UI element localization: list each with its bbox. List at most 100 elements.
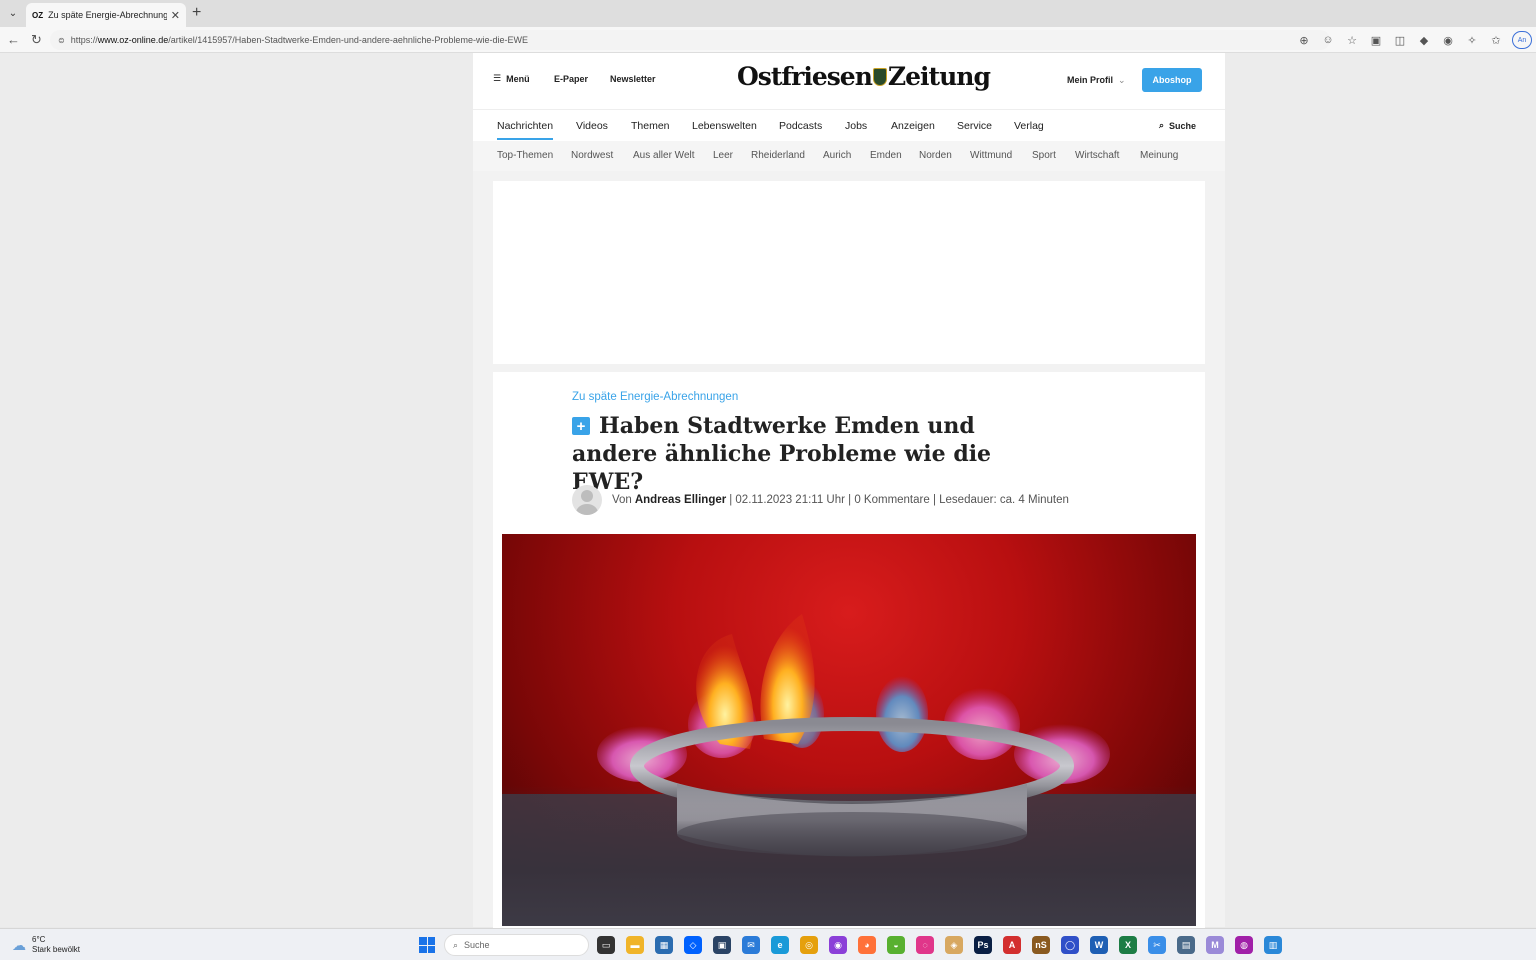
article-kicker[interactable]: Zu späte Energie-Abrechnungen [572,391,738,403]
app-pink-icon[interactable]: ◌ [916,936,934,954]
app-ns-icon[interactable]: nS [1032,936,1050,954]
tab-list-chevron-icon[interactable]: ⌄ [4,4,22,22]
weather-widget[interactable]: ☁ 6°C Stark bewölkt [12,935,80,955]
website: ☰ Menü E-Paper Newsletter Ostfriesen Zei… [473,53,1225,932]
app-green-icon[interactable]: ◒ [887,936,905,954]
extension-color-icon[interactable]: ◆ [1416,34,1432,47]
zoom-icon[interactable]: ⊕ [1296,34,1312,47]
profile-menu[interactable]: Mein Profil ⌄ [1067,75,1126,86]
cloud-icon: ☁ [12,936,26,953]
subnav-item[interactable]: Meinung [1140,150,1178,161]
profile-label: Mein Profil [1067,75,1114,85]
sub-navigation: Top-Themen Nordwest Aus aller Welt Leer … [473,141,1225,171]
app-purple-icon[interactable]: ◉ [829,936,847,954]
reader-icon[interactable]: ☺ [1320,34,1336,46]
search-button[interactable]: ⌕ Suche [1159,120,1196,131]
app-blue-circle-icon[interactable]: ◯ [1061,936,1079,954]
taskbar-search-label: Suche [464,940,490,950]
close-tab-icon[interactable]: ✕ [171,9,180,22]
chrome-icon[interactable]: ◎ [800,936,818,954]
site-info-icon[interactable]: ⊜ [58,36,65,45]
address-bar[interactable]: ⊜ https:// www.oz-online.de /artikel/141… [50,30,1330,50]
screenshot-icon[interactable]: ◫ [1392,34,1408,47]
subnav-item[interactable]: Emden [870,150,902,161]
ad-placeholder [493,181,1205,364]
nav-podcasts[interactable]: Podcasts [779,120,822,132]
app-m-icon[interactable]: M [1206,936,1224,954]
menu-button[interactable]: ☰ Menü [493,73,530,84]
profile-button[interactable]: An [1512,31,1532,49]
taskbar-apps: ▭ ▬ ▦ ◇ ▣ ✉ e ◎ ◉ ◕ ◒ ◌ ◈ Ps A nS ◯ W X … [597,936,1282,954]
url-prefix: https:// [70,35,98,45]
nav-lebenswelten[interactable]: Lebenswelten [692,120,757,132]
article-byline: Von Andreas Ellinger | 02.11.2023 21:11 … [572,485,1069,515]
snipping-icon[interactable]: ✂ [1148,936,1166,954]
site-logo[interactable]: Ostfriesen Zeitung [737,62,991,91]
nav-nachrichten[interactable]: Nachrichten [497,120,554,140]
nav-themen[interactable]: Themen [631,120,670,132]
edge-icon[interactable]: e [771,936,789,954]
logo-text-left: Ostfriesen [737,62,873,91]
nav-anzeigen[interactable]: Anzeigen [891,120,935,132]
firefox-icon[interactable]: ◕ [858,936,876,954]
extension-icon[interactable]: ▣ [1368,34,1384,47]
photoshop-icon[interactable]: Ps [974,936,992,954]
extensions-puzzle-icon[interactable]: ✧ [1464,34,1480,47]
subnav-item[interactable]: Aus aller Welt [633,150,695,161]
subnav-item[interactable]: Rheiderland [751,150,805,161]
acrobat-icon[interactable]: A [1003,936,1021,954]
store-icon[interactable]: ▦ [655,936,673,954]
author-name[interactable]: Andreas Ellinger [635,494,726,506]
url-host: www.oz-online.de [97,35,169,45]
taskbar-search[interactable]: ⌕ Suche [444,934,589,956]
tab-title: Zu späte Energie-Abrechnungen: … [48,10,167,20]
file-explorer-icon[interactable]: ▬ [626,936,644,954]
article-hero-image[interactable] [502,534,1196,926]
aboshop-button[interactable]: Aboshop [1142,68,1202,92]
browser-tab-active[interactable]: OZ Zu späte Energie-Abrechnungen: … ✕ [26,3,186,27]
reload-icon[interactable]: ↻ [31,32,42,48]
calculator-icon[interactable]: ▤ [1177,936,1195,954]
search-label: Suche [1169,120,1197,131]
menu-label: Menü [506,73,530,84]
subnav-item[interactable]: Sport [1032,150,1056,161]
newsletter-link[interactable]: Newsletter [610,74,656,84]
favorites-list-icon[interactable]: ✩ [1488,34,1504,47]
app-eye-icon[interactable]: ◍ [1235,936,1253,954]
search-icon: ⌕ [1159,120,1165,130]
app-chart-icon[interactable]: ▥ [1264,936,1282,954]
byline-prefix: Von [612,494,632,506]
epaper-link[interactable]: E-Paper [554,74,588,84]
oz-favicon-icon: OZ [32,10,44,20]
hero-floor-shade [502,786,1196,926]
new-tab-icon[interactable]: + [192,4,201,22]
nav-service[interactable]: Service [957,120,992,132]
outlook-icon[interactable]: ✉ [742,936,760,954]
subnav-item[interactable]: Norden [919,150,952,161]
article-headline: Haben Stadtwerke Emden und andere ähnlic… [572,413,992,495]
subnav-item[interactable]: Wirtschaft [1075,150,1119,161]
subnav-item[interactable]: Aurich [823,150,851,161]
nav-verlag[interactable]: Verlag [1014,120,1044,132]
extension-badge-icon[interactable]: ◉ [1440,34,1456,47]
nav-videos[interactable]: Videos [576,120,608,132]
site-header: ☰ Menü E-Paper Newsletter Ostfriesen Zei… [473,53,1225,109]
app-icon[interactable]: ▣ [713,936,731,954]
subnav-item[interactable]: Nordwest [571,150,613,161]
word-outlook-icon[interactable]: W [1090,936,1108,954]
windows-start-icon[interactable] [419,937,435,953]
crest-icon [872,67,887,86]
favorite-star-icon[interactable]: ☆ [1344,34,1360,47]
back-arrow-icon[interactable]: ← [7,32,20,47]
browser-toolbar: ← ↻ ⊜ https:// www.oz-online.de /artikel… [0,27,1536,53]
subnav-item[interactable]: Wittmund [970,150,1012,161]
subnav-item[interactable]: Top-Themen [497,150,553,161]
nav-jobs[interactable]: Jobs [845,120,867,132]
task-view-icon[interactable]: ▭ [597,936,615,954]
subnav-item[interactable]: Leer [713,150,733,161]
dropbox-icon[interactable]: ◇ [684,936,702,954]
excel-icon[interactable]: X [1119,936,1137,954]
weather-text: Stark bewölkt [32,945,81,954]
app-dog-icon[interactable]: ◈ [945,936,963,954]
article-meta: | 02.11.2023 21:11 Uhr | 0 Kommentare | … [729,494,1069,506]
